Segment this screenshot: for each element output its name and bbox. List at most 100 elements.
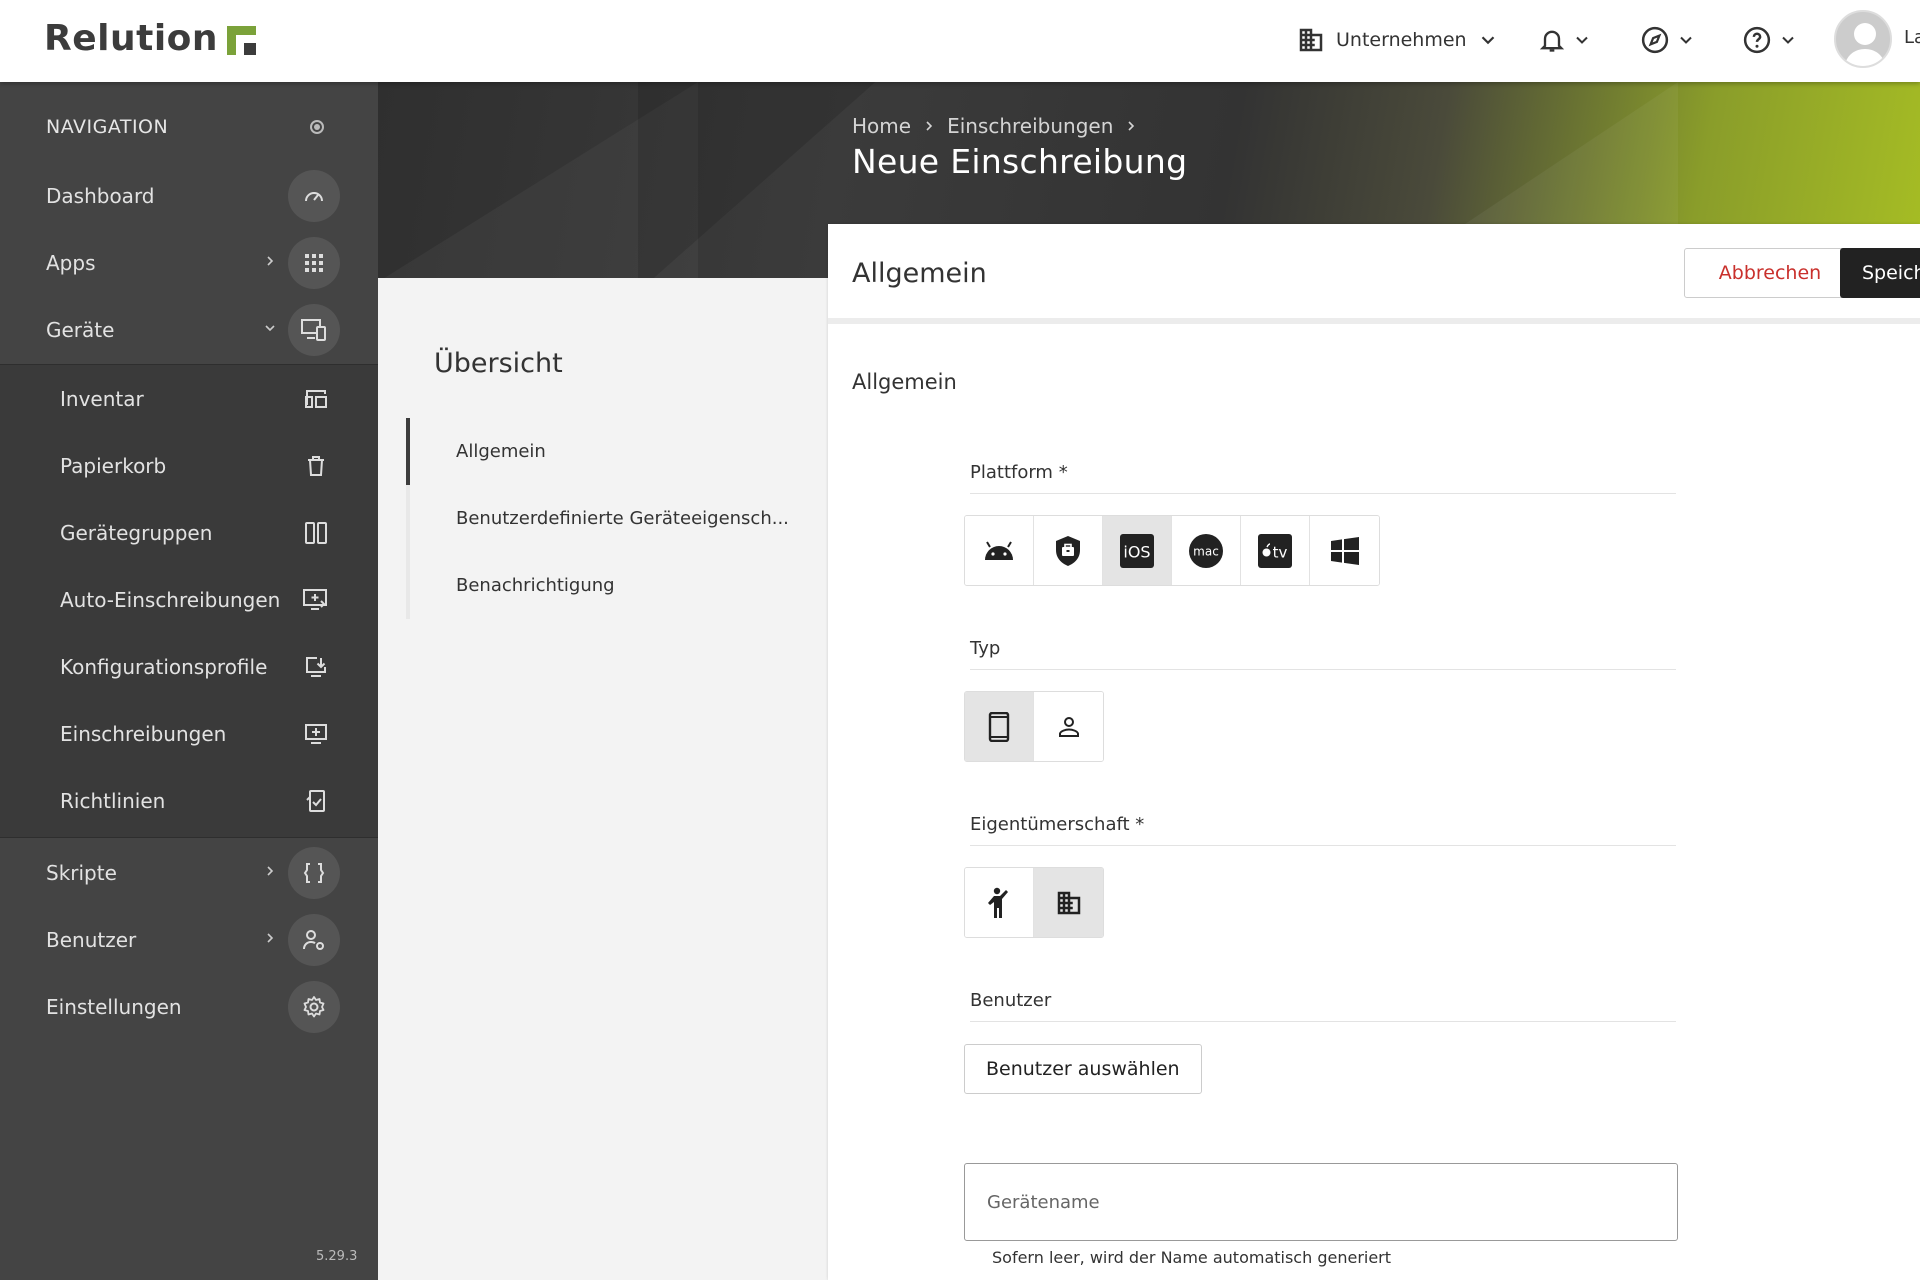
platform-android-enterprise-option[interactable] [1034,516,1103,585]
user-avatar[interactable] [1834,10,1892,68]
organization-selector[interactable]: Unternehmen [1296,20,1499,60]
ownership-personal-option[interactable] [965,868,1034,937]
overview-item-benachrichtigung[interactable]: Benachrichtigung [406,552,806,619]
save-button[interactable]: Speichern [1840,248,1920,298]
relution-logo[interactable]: Relution [44,18,257,59]
explore-menu[interactable] [1640,20,1696,60]
sidebar-item-geraete[interactable]: Geräte [0,296,378,363]
sidebar-item-inventar[interactable]: Inventar [0,365,378,432]
bell-icon [1539,30,1565,52]
device-groups-icon [296,513,336,553]
mac-icon: mac [1189,533,1223,568]
chevron-down-icon [1782,36,1794,44]
select-user-button[interactable]: Benutzer auswählen [964,1044,1202,1094]
navigation-heading: NAVIGATION [46,116,169,138]
compass-icon [1641,26,1669,54]
device-name-hint: Sofern leer, wird der Name automatisch g… [992,1248,1392,1267]
person-waving-icon [988,887,1008,918]
panel-title: Allgemein [852,258,987,289]
cancel-button[interactable]: Abbrechen [1684,248,1856,298]
gauge-icon [288,170,340,222]
panel-header: Allgemein Abbrechen [828,224,1920,324]
logo-text: Relution [44,18,219,59]
user-settings-icon [288,914,340,966]
platform-android-option[interactable] [965,516,1034,585]
user-label: Benutzer [970,990,1676,1022]
sidebar-item-skripte[interactable]: Skripte [0,839,378,906]
sidebar-item-einstellungen[interactable]: Einstellungen [0,973,378,1040]
sidebar-item-konfigurationsprofile[interactable]: Konfigurationsprofile [0,633,378,700]
platform-label: Plattform * [970,462,1676,494]
config-profile-icon [296,647,336,687]
devices-icon [288,304,340,356]
sidebar-item-label: Einschreibungen [60,721,227,746]
platform-ios-option[interactable]: iOS [1103,516,1172,585]
logo-mark-icon [227,26,257,55]
sidebar-item-geraetegruppen[interactable]: Gerätegruppen [0,499,378,566]
overview-title: Übersicht [434,348,563,379]
overview-item-custom-properties[interactable]: Benutzerdefinierte Geräteeigensch... [406,485,806,552]
platform-windows-option[interactable] [1310,516,1379,585]
pin-navigation-icon[interactable] [310,120,324,134]
chevron-down-icon [1576,36,1588,44]
sidebar-item-label: Benutzer [46,927,137,952]
breadcrumb: Home Einschreibungen [852,114,1139,138]
overview-panel: Übersicht Allgemein Benutzerdefinierte G… [378,278,828,1280]
sidebar-item-auto-einschreibungen[interactable]: Auto-Einschreibungen [0,566,378,633]
chevron-right-icon [267,866,274,876]
sidebar-item-label: Inventar [60,386,144,411]
sidebar-item-dashboard[interactable]: Dashboard [0,162,378,229]
sidebar-item-label: Konfigurationsprofile [60,654,268,679]
building-icon [1057,891,1080,914]
device-name-field [964,1163,1678,1241]
sidebar-item-apps[interactable]: Apps [0,229,378,296]
smartphone-icon [988,711,1010,742]
help-menu[interactable] [1742,20,1798,60]
top-bar: Relution Unternehmen La [0,0,1920,82]
type-user-option[interactable] [1034,692,1103,761]
user-name[interactable]: La [1904,27,1920,48]
sidebar-item-benutzer[interactable]: Benutzer [0,906,378,973]
apps-grid-icon [288,237,340,289]
svg-text:mac: mac [1193,544,1219,558]
inventory-icon [296,379,336,419]
enrollment-icon [296,714,336,754]
sidebar-item-einschreibungen[interactable]: Einschreibungen [0,700,378,767]
sidebar-item-label: Skripte [46,860,117,885]
auto-enroll-icon [296,580,336,620]
app-version: 5.29.3 [316,1249,358,1264]
sidebar-item-richtlinien[interactable]: Richtlinien [0,767,378,834]
breadcrumb-home[interactable]: Home [852,114,911,138]
sidebar-item-label: Gerätegruppen [60,520,213,545]
person-icon [1058,716,1079,737]
platform-selector: iOS mac tv [964,515,1380,586]
overview-list: Allgemein Benutzerdefinierte Geräteeigen… [406,418,806,619]
chevron-right-icon [267,256,274,266]
sidebar-item-label: Papierkorb [60,453,167,478]
chevron-down-icon [1481,36,1494,45]
sidebar-item-label: Einstellungen [46,994,182,1019]
ownership-label: Eigentümerschaft * [970,814,1676,846]
type-label: Typ [970,638,1676,670]
breadcrumb-einschreibungen[interactable]: Einschreibungen [947,114,1113,138]
geraete-submenu: Inventar Papierkorb Gerätegruppen Auto-E… [0,364,378,838]
android-icon [985,540,1013,560]
building-icon [1299,28,1323,52]
platform-tvos-option[interactable]: tv [1241,516,1310,585]
ownership-selector [964,867,1104,938]
sidebar-item-papierkorb[interactable]: Papierkorb [0,432,378,499]
chevron-right-icon [926,121,933,131]
ios-icon: iOS [1120,533,1154,568]
help-circle-icon [1743,26,1771,54]
notifications-menu[interactable] [1538,20,1592,60]
chevron-right-icon [267,933,274,943]
sidebar-item-label: Dashboard [46,183,155,208]
platform-mac-option[interactable]: mac [1172,516,1241,585]
device-name-input[interactable] [965,1164,1677,1240]
overview-item-allgemein[interactable]: Allgemein [406,418,806,485]
ownership-company-option[interactable] [1034,868,1103,937]
svg-text:tv: tv [1273,543,1288,561]
type-device-option[interactable] [965,692,1034,761]
trash-icon [296,446,336,486]
section-title: Allgemein [852,370,957,394]
